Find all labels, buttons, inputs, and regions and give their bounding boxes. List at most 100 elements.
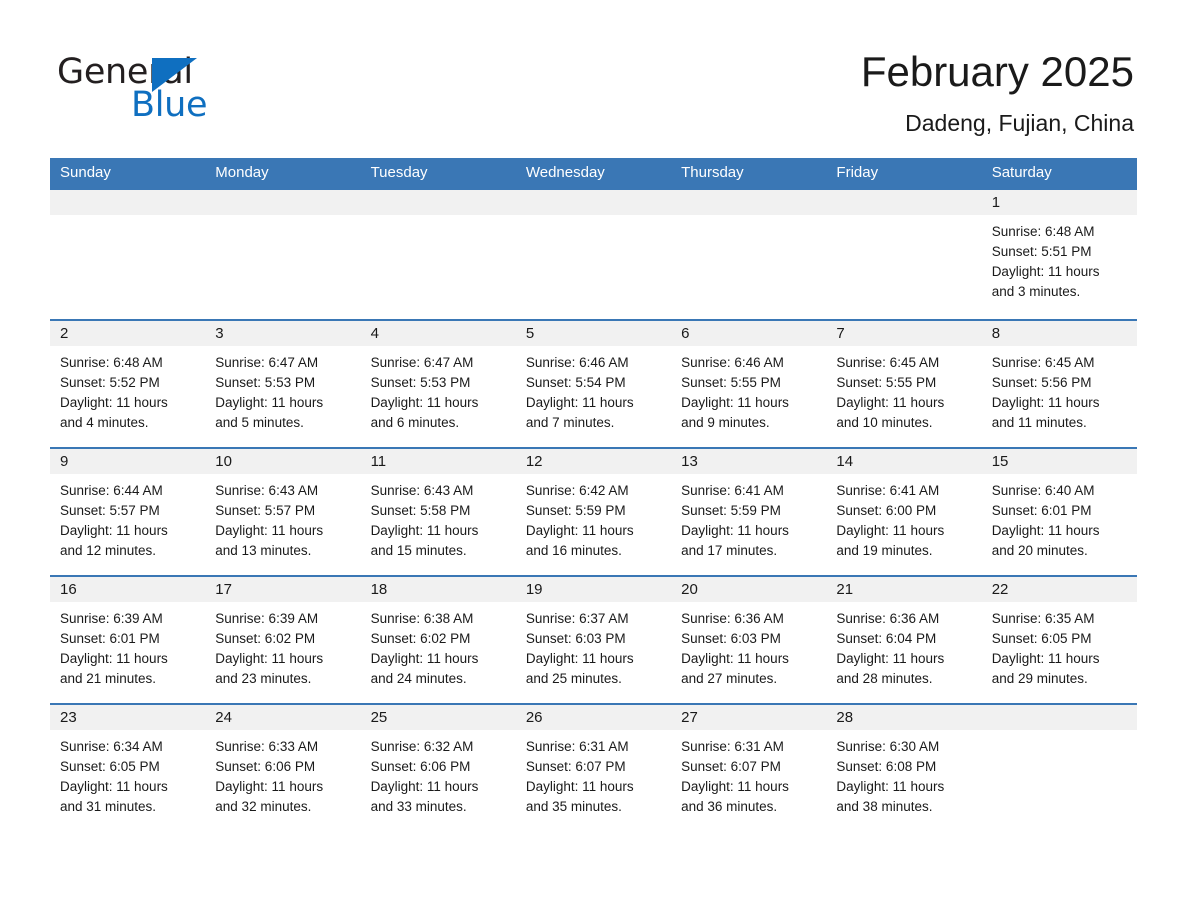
weekday-header-wednesday: Wednesday xyxy=(525,164,605,181)
day-cell[interactable]: Sunrise: 6:40 AM Sunset: 6:01 PM Dayligh… xyxy=(982,474,1137,575)
day-number[interactable]: 4 xyxy=(361,321,516,346)
day-number[interactable]: 2 xyxy=(50,321,205,346)
daylight-text-cont: and 13 minutes. xyxy=(215,543,312,558)
week-detail-band: Sunrise: 6:44 AM Sunset: 5:57 PM Dayligh… xyxy=(50,474,1137,575)
day-cell[interactable]: Sunrise: 6:36 AM Sunset: 6:03 PM Dayligh… xyxy=(671,602,826,703)
day-number[interactable]: 21 xyxy=(826,577,981,602)
day-number[interactable]: 17 xyxy=(205,577,360,602)
day-cell[interactable]: Sunrise: 6:45 AM Sunset: 5:56 PM Dayligh… xyxy=(982,346,1137,447)
sunset-text: Sunset: 5:54 PM xyxy=(525,375,626,390)
day-number[interactable]: 7 xyxy=(826,321,981,346)
day-cell[interactable]: Sunrise: 6:39 AM Sunset: 6:01 PM Dayligh… xyxy=(50,602,205,703)
day-number[interactable]: 16 xyxy=(50,577,205,602)
day-number[interactable]: 9 xyxy=(50,449,205,474)
day-cell[interactable]: Sunrise: 6:46 AM Sunset: 5:55 PM Dayligh… xyxy=(671,346,826,447)
day-number[interactable]: 3 xyxy=(205,321,360,346)
day-number[interactable]: 20 xyxy=(671,577,826,602)
day-cell[interactable]: Sunrise: 6:48 AM Sunset: 5:51 PM Dayligh… xyxy=(982,215,1137,319)
day-cell[interactable]: Sunrise: 6:47 AM Sunset: 5:53 PM Dayligh… xyxy=(205,346,360,447)
day-cell[interactable]: Sunrise: 6:37 AM Sunset: 6:03 PM Dayligh… xyxy=(516,602,671,703)
day-number[interactable]: 6 xyxy=(671,321,826,346)
day-cell[interactable] xyxy=(205,215,360,319)
day-cell[interactable]: Sunrise: 6:47 AM Sunset: 5:53 PM Dayligh… xyxy=(361,346,516,447)
day-number[interactable]: 12 xyxy=(516,449,671,474)
sunset-text: Sunset: 5:55 PM xyxy=(681,375,781,390)
calendar-week-row: 9 10 11 12 13 14 15 Sunrise: 6:44 AM Sun… xyxy=(50,447,1137,575)
daylight-text: Daylight: 11 hours xyxy=(836,395,945,410)
day-number[interactable] xyxy=(50,190,205,215)
day-cell[interactable]: Sunrise: 6:43 AM Sunset: 5:57 PM Dayligh… xyxy=(205,474,360,575)
day-cell[interactable]: Sunrise: 6:46 AM Sunset: 5:54 PM Dayligh… xyxy=(516,346,671,447)
sunset-text: Sunset: 6:06 PM xyxy=(215,759,316,774)
day-cell[interactable]: Sunrise: 6:48 AM Sunset: 5:52 PM Dayligh… xyxy=(50,346,205,447)
day-number[interactable]: 8 xyxy=(982,321,1137,346)
day-number[interactable] xyxy=(516,190,671,215)
day-number[interactable] xyxy=(361,190,516,215)
weekday-header-thursday: Thursday xyxy=(681,164,744,181)
sunrise-text: Sunrise: 6:47 AM xyxy=(370,355,474,370)
day-cell[interactable]: Sunrise: 6:36 AM Sunset: 6:04 PM Dayligh… xyxy=(826,602,981,703)
day-cell[interactable] xyxy=(516,215,671,319)
daylight-text: Daylight: 11 hours xyxy=(215,523,324,538)
week-detail-band: Sunrise: 6:48 AM Sunset: 5:52 PM Dayligh… xyxy=(50,346,1137,447)
sunset-text: Sunset: 5:51 PM xyxy=(991,244,1092,259)
day-cell[interactable]: Sunrise: 6:43 AM Sunset: 5:58 PM Dayligh… xyxy=(361,474,516,575)
day-number[interactable]: 14 xyxy=(826,449,981,474)
calendar-week-row: 2 3 4 5 6 7 8 Sunrise: 6:48 AM Sunset: 5… xyxy=(50,319,1137,447)
day-cell[interactable]: Sunrise: 6:38 AM Sunset: 6:02 PM Dayligh… xyxy=(361,602,516,703)
day-cell[interactable]: Sunrise: 6:32 AM Sunset: 6:06 PM Dayligh… xyxy=(361,730,516,831)
day-number[interactable]: 13 xyxy=(671,449,826,474)
week-detail-band: Sunrise: 6:39 AM Sunset: 6:01 PM Dayligh… xyxy=(50,602,1137,703)
day-number[interactable]: 26 xyxy=(516,705,671,730)
day-number[interactable]: 22 xyxy=(982,577,1137,602)
day-cell[interactable]: Sunrise: 6:42 AM Sunset: 5:59 PM Dayligh… xyxy=(516,474,671,575)
day-number[interactable]: 10 xyxy=(205,449,360,474)
day-cell[interactable] xyxy=(50,215,205,319)
day-cell[interactable]: Sunrise: 6:34 AM Sunset: 6:05 PM Dayligh… xyxy=(50,730,205,831)
week-daynumber-band: 23 24 25 26 27 28 xyxy=(50,705,1137,730)
daylight-text-cont: and 38 minutes. xyxy=(836,799,933,814)
day-cell[interactable]: Sunrise: 6:41 AM Sunset: 5:59 PM Dayligh… xyxy=(671,474,826,575)
day-cell[interactable]: Sunrise: 6:35 AM Sunset: 6:05 PM Dayligh… xyxy=(982,602,1137,703)
daylight-text: Daylight: 11 hours xyxy=(60,651,168,666)
weekday-header-friday: Friday xyxy=(836,164,879,181)
day-number[interactable]: 23 xyxy=(50,705,205,730)
day-cell[interactable] xyxy=(982,730,1137,831)
sunset-text: Sunset: 6:07 PM xyxy=(525,759,626,774)
day-number[interactable]: 27 xyxy=(671,705,826,730)
day-number[interactable]: 1 xyxy=(982,190,1137,215)
sunset-text: Sunset: 6:07 PM xyxy=(681,759,781,774)
day-cell[interactable]: Sunrise: 6:30 AM Sunset: 6:08 PM Dayligh… xyxy=(826,730,981,831)
day-number[interactable] xyxy=(826,190,981,215)
day-number[interactable]: 19 xyxy=(516,577,671,602)
general-blue-logo: General Blue xyxy=(57,52,317,132)
daylight-text: Daylight: 11 hours xyxy=(681,779,789,794)
sunset-text: Sunset: 6:02 PM xyxy=(215,631,316,646)
weekday-header-tuesday: Tuesday xyxy=(370,164,428,181)
day-number[interactable] xyxy=(671,190,826,215)
day-cell[interactable] xyxy=(826,215,981,319)
day-number[interactable]: 5 xyxy=(516,321,671,346)
day-cell[interactable]: Sunrise: 6:31 AM Sunset: 6:07 PM Dayligh… xyxy=(671,730,826,831)
day-number[interactable]: 24 xyxy=(205,705,360,730)
day-cell[interactable]: Sunrise: 6:31 AM Sunset: 6:07 PM Dayligh… xyxy=(516,730,671,831)
daylight-text: Daylight: 11 hours xyxy=(836,651,945,666)
week-daynumber-band: 2 3 4 5 6 7 8 xyxy=(50,321,1137,346)
day-cell[interactable]: Sunrise: 6:39 AM Sunset: 6:02 PM Dayligh… xyxy=(205,602,360,703)
day-cell[interactable]: Sunrise: 6:45 AM Sunset: 5:55 PM Dayligh… xyxy=(826,346,981,447)
day-number[interactable]: 28 xyxy=(826,705,981,730)
day-cell[interactable]: Sunrise: 6:44 AM Sunset: 5:57 PM Dayligh… xyxy=(50,474,205,575)
day-cell[interactable]: Sunrise: 6:33 AM Sunset: 6:06 PM Dayligh… xyxy=(205,730,360,831)
day-number[interactable] xyxy=(982,705,1137,730)
day-number[interactable]: 25 xyxy=(361,705,516,730)
day-number[interactable] xyxy=(205,190,360,215)
sunrise-text: Sunrise: 6:31 AM xyxy=(681,739,784,754)
day-cell[interactable] xyxy=(361,215,516,319)
day-cell[interactable] xyxy=(671,215,826,319)
day-number[interactable]: 15 xyxy=(982,449,1137,474)
calendar-week-row: 16 17 18 19 20 21 22 Sunrise: 6:39 AM Su… xyxy=(50,575,1137,703)
daylight-text-cont: and 4 minutes. xyxy=(60,415,149,430)
day-cell[interactable]: Sunrise: 6:41 AM Sunset: 6:00 PM Dayligh… xyxy=(826,474,981,575)
day-number[interactable]: 11 xyxy=(361,449,516,474)
day-number[interactable]: 18 xyxy=(361,577,516,602)
